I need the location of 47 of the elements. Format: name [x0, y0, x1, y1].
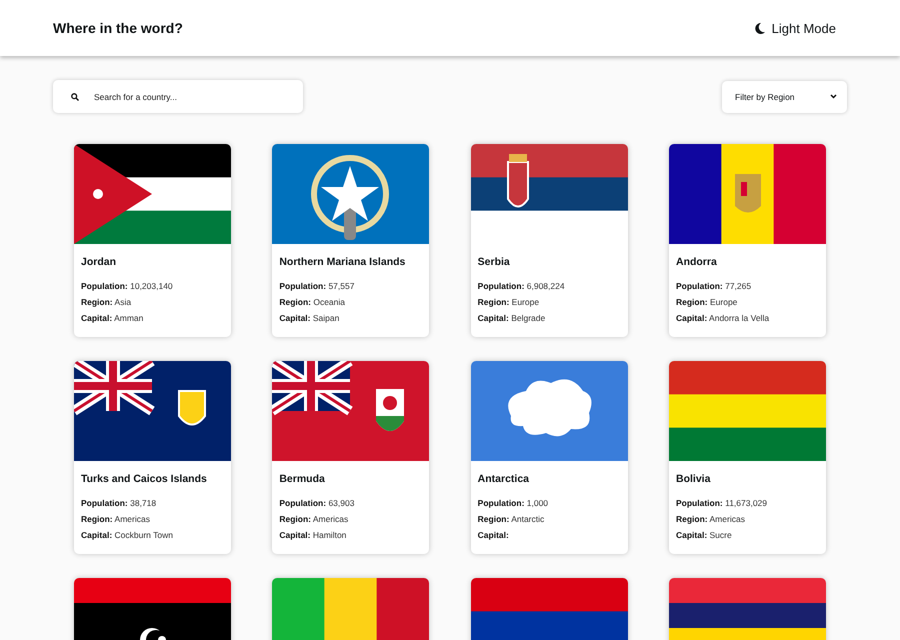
country-region: Region: Asia: [81, 297, 132, 307]
country-card[interactable]: Bermuda Population: 63,903 Region: Americas Capital: Hamilton: [272, 361, 430, 554]
country-card[interactable]: Andorra Population: 77,265 Region: Europe Capital: Andorra la Vella: [668, 144, 826, 337]
country-card[interactable]: Serbia Population: 6,908,224 Region: Europe Capital: Belgrade: [470, 144, 628, 337]
country-name: Bermuda: [279, 473, 326, 485]
country-region: Region: Antarctic: [478, 514, 546, 524]
country-card[interactable]: Turks and Caicos Islands Population: 38,718 Region: Americas Capital: Cockburn Town: [74, 361, 231, 554]
country-population: Population: 63,903: [279, 498, 356, 508]
country-region: Region: Europe: [676, 297, 738, 307]
country-capital: Capital: Andorra la Vella: [676, 313, 770, 323]
country-population: Population: 38,718: [81, 498, 158, 508]
country-population: Population: 11,673,029: [676, 498, 768, 508]
search-icon: [71, 92, 79, 100]
country-region: Region: Americas: [279, 514, 350, 524]
country-name: Antarctica: [478, 473, 530, 485]
chevron-down-icon: [830, 94, 837, 99]
country-capital: Capital: Saipan: [279, 313, 340, 323]
country-capital: Capital:: [478, 530, 510, 540]
country-region: Region: Americas: [81, 514, 151, 524]
region-filter-dropdown[interactable]: Filter by Region: [722, 80, 847, 112]
country-name: Andorra: [676, 256, 718, 268]
country-population: Population: 57,557: [279, 281, 356, 291]
country-name: Turks and Caicos Islands: [81, 473, 208, 485]
country-capital: Capital: Sucre: [676, 530, 733, 540]
moon-icon: [754, 22, 765, 34]
country-region: Region: Americas: [676, 514, 746, 524]
country-capital: Capital: Belgrade: [478, 313, 546, 323]
country-region: Region: Europe: [478, 297, 540, 307]
country-card[interactable]: Antarctica Population: 1,000 Region: Antarctic Capital:: [470, 361, 628, 554]
country-name: Jordan: [81, 256, 118, 268]
country-card[interactable]: Northern Mariana Islands Population: 57,557 Region: Oceania Capital: Saipan: [272, 144, 430, 337]
country-capital: Capital: Hamilton: [279, 530, 348, 540]
country-name: Northern Mariana Islands: [279, 256, 406, 268]
country-population: Population: 77,265: [676, 281, 752, 291]
country-capital: Capital: Amman: [81, 313, 144, 323]
search-field[interactable]: Search for a country...: [53, 80, 303, 113]
country-card[interactable]: Bolivia Population: 11,673,029 Region: Americas Capital: Sucre: [668, 361, 826, 554]
site-title: Where in the word?: [53, 20, 183, 36]
country-population: Population: 10,203,140: [81, 281, 174, 291]
country-population: Population: 1,000: [478, 498, 550, 508]
country-population: Population: 6,908,224: [478, 281, 566, 291]
country-card[interactable]: Jordan Population: 10,203,140 Region: Asia Capital: Amman: [74, 144, 231, 337]
country-name: Bolivia: [676, 473, 712, 485]
country-region: Region: Oceania: [279, 297, 346, 307]
theme-toggle-button[interactable]: Light Mode: [754, 18, 836, 38]
country-capital: Capital: Cockburn Town: [81, 530, 174, 540]
country-name: Serbia: [478, 256, 511, 268]
